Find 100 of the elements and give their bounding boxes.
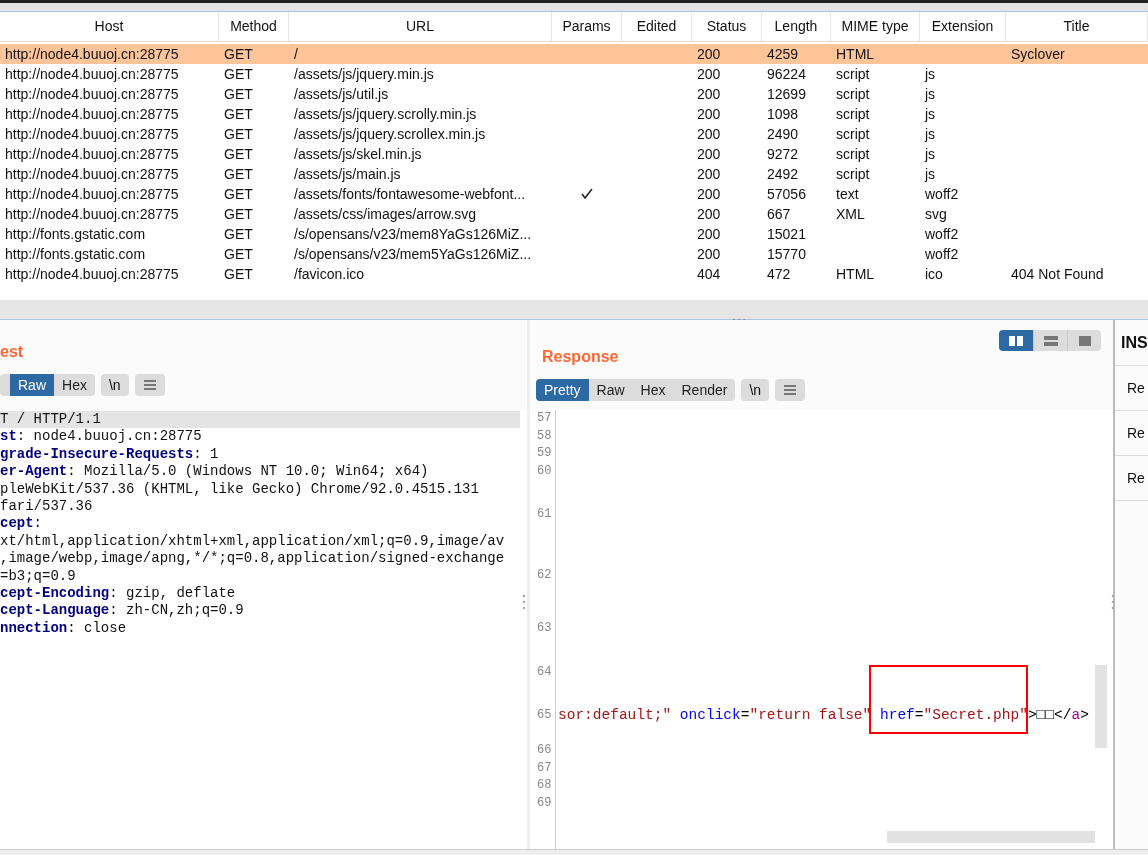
table-cell: HTML xyxy=(836,264,875,284)
table-cell: GET xyxy=(224,204,253,224)
tab[interactable]: Hex xyxy=(632,379,674,401)
table-cell: GET xyxy=(224,264,253,284)
line-number: 64 xyxy=(537,663,552,681)
menu-button[interactable] xyxy=(775,379,806,401)
table-cell: GET xyxy=(224,244,253,264)
column-header[interactable]: Host xyxy=(0,12,219,41)
column-header[interactable]: Method xyxy=(219,12,289,41)
table-cell: /assets/js/jquery.scrollex.min.js xyxy=(294,124,486,144)
column-header[interactable]: Status xyxy=(692,12,762,41)
resize-handle-icon xyxy=(522,594,526,610)
table-cell: script xyxy=(836,104,870,124)
vertical-scrollbar[interactable] xyxy=(1095,665,1107,748)
code-line: st: node4.buuoj.cn:28775 xyxy=(0,428,203,446)
table-cell: GET xyxy=(224,104,253,124)
column-header[interactable]: Extension xyxy=(920,12,1006,41)
table-cell: woff2 xyxy=(925,184,959,204)
table-cell: 200 xyxy=(697,204,721,224)
table-cell: GET xyxy=(224,164,253,184)
table-cell: /s/opensans/v23/mem5YaGs126MiZ... xyxy=(294,244,532,264)
line-number: 67 xyxy=(537,759,552,777)
inspector-row[interactable]: Re xyxy=(1127,377,1145,399)
horizontal-scrollbar[interactable] xyxy=(887,831,1095,843)
table-cell: js xyxy=(925,104,936,124)
table-cell: js xyxy=(925,84,936,104)
table-cell: http://node4.buuoj.cn:28775 xyxy=(5,164,179,184)
line-number: 66 xyxy=(537,742,552,759)
table-cell: 9272 xyxy=(767,144,799,164)
table-cell: 200 xyxy=(697,44,721,64)
menu-button[interactable] xyxy=(134,374,165,396)
table-cell: Syclover xyxy=(1011,44,1065,64)
menu-icon xyxy=(784,385,797,395)
table-cell: GET xyxy=(224,64,253,84)
panel-title: est xyxy=(0,342,25,362)
table-cell: http://fonts.gstatic.com xyxy=(5,244,146,264)
column-header[interactable]: MIME type xyxy=(831,12,920,41)
table-cell: /assets/js/skel.min.js xyxy=(294,144,422,164)
line-number: 62 xyxy=(537,567,552,585)
tab[interactable]: Raw xyxy=(588,379,633,401)
table-cell: svg xyxy=(925,204,947,224)
table-cell: GET xyxy=(224,84,253,104)
column-header[interactable]: URL xyxy=(289,12,552,41)
line-number: 60 xyxy=(537,462,552,480)
table-cell: /assets/fonts/fontawesome-webfont... xyxy=(294,184,526,204)
split-view-icon xyxy=(1009,335,1023,346)
code-line: fari/537.36 xyxy=(0,497,94,516)
table-cell: 2492 xyxy=(767,164,799,184)
table-cell: script xyxy=(836,164,870,184)
code-line: pleWebKit/537.36 (KHTML, like Gecko) Chrome/92.0.4515.131 xyxy=(0,480,480,498)
layout-button[interactable] xyxy=(999,330,1033,351)
table-cell: 200 xyxy=(697,144,721,164)
table-cell: /assets/js/jquery.scrolly.min.js xyxy=(294,104,477,124)
code-line: cept: xyxy=(0,515,43,533)
table-cell: http://fonts.gstatic.com xyxy=(5,224,146,244)
stacked-view-icon xyxy=(1043,335,1058,346)
tab[interactable]: Hex xyxy=(54,374,95,396)
table-cell: 200 xyxy=(697,164,721,184)
column-header[interactable]: Length xyxy=(762,12,831,41)
line-number: 63 xyxy=(537,619,552,637)
panel-title: INS xyxy=(1115,320,1148,366)
table-cell: GET xyxy=(224,44,253,64)
layout-button[interactable] xyxy=(1067,330,1101,351)
code-line: nnection: close xyxy=(0,619,128,638)
table-cell: script xyxy=(836,64,870,84)
table-cell: 96224 xyxy=(767,64,806,84)
table-row[interactable]: http://node4.buuoj.cn:28775 GET / 200 4259 HTML Syclover xyxy=(0,44,1148,64)
table-cell: js xyxy=(925,124,936,144)
table-cell: GET xyxy=(224,184,253,204)
table-cell: js xyxy=(925,64,936,84)
table-cell: http://node4.buuoj.cn:28775 xyxy=(5,204,179,224)
code-line: er-Agent: Mozilla/5.0 (Windows NT 10.0; Win64; x64) xyxy=(0,463,430,481)
table-cell: /assets/css/images/arrow.svg xyxy=(294,204,477,224)
inspector-row[interactable]: Re xyxy=(1127,467,1145,489)
code-line: =b3;q=0.9 xyxy=(0,567,77,585)
tab[interactable]: Pretty xyxy=(536,379,589,401)
table-cell: 12699 xyxy=(767,84,806,104)
newline-toggle[interactable]: \n xyxy=(741,379,770,401)
tab[interactable]: Raw xyxy=(10,374,54,396)
line-number: 61 xyxy=(537,506,552,524)
table-cell: 200 xyxy=(697,244,721,264)
table-cell: HTML xyxy=(836,44,875,64)
table-cell: js xyxy=(925,164,936,184)
table-cell: GET xyxy=(224,144,253,164)
column-header[interactable]: Params xyxy=(552,12,622,41)
table-cell: 15021 xyxy=(767,224,806,244)
newline-toggle[interactable]: \n xyxy=(100,374,129,396)
table-cell: text xyxy=(836,184,859,204)
table-cell: 15770 xyxy=(767,244,806,264)
table-cell: 1098 xyxy=(767,104,799,124)
table-cell: http://node4.buuoj.cn:28775 xyxy=(5,44,179,64)
code-line: xt/html,application/xhtml+xml,application/xml;q=0.9,image/av xyxy=(0,532,506,551)
tab[interactable]: Render xyxy=(673,379,736,401)
inspector-row[interactable]: Re xyxy=(1127,422,1145,444)
table-cell: 200 xyxy=(697,124,721,144)
code-line: grade-Insecure-Requests: 1 xyxy=(0,445,220,464)
layout-button[interactable] xyxy=(1033,330,1067,351)
column-header[interactable]: Edited xyxy=(622,12,692,41)
column-header[interactable]: Title xyxy=(1006,12,1148,41)
table-cell: /s/opensans/v23/mem8YaGs126MiZ... xyxy=(294,224,532,244)
